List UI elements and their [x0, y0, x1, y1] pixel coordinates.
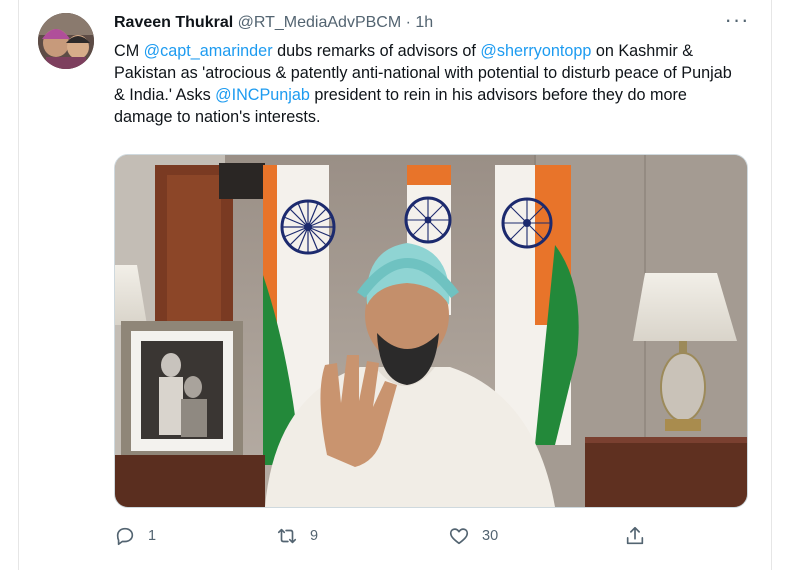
tweet-text-segment: CM [114, 42, 144, 60]
author-avatar[interactable] [38, 13, 94, 69]
tweet-text: CM @capt_amarinder dubs remarks of advis… [114, 40, 734, 128]
retweet-icon [277, 528, 297, 544]
tweet-header: Raveen Thukral @RT_MediaAdvPBCM · 1h [114, 12, 433, 34]
tweet-text-segment: dubs remarks of advisors of [272, 42, 481, 60]
avatar-image [38, 13, 94, 69]
retweet-count: 9 [310, 528, 319, 544]
reply-button[interactable]: 1 [114, 522, 158, 550]
mention-link[interactable]: @sherryontopp [480, 42, 591, 60]
share-button[interactable] [624, 522, 668, 550]
mention-link[interactable]: @capt_amarinder [144, 42, 273, 60]
separator-dot: · [405, 14, 411, 31]
heart-icon [449, 528, 469, 545]
more-options-icon[interactable]: ··· [722, 9, 752, 34]
retweet-button[interactable]: 9 [276, 522, 320, 550]
reply-count: 1 [148, 528, 157, 544]
reply-icon [116, 527, 134, 546]
photo-cm-with-flags [115, 155, 747, 507]
like-count: 30 [482, 528, 499, 544]
author-name[interactable]: Raveen Thukral [114, 14, 233, 31]
share-icon [626, 526, 644, 545]
tweet-action-bar: 1 9 30 [114, 522, 746, 550]
tweet-media-image[interactable] [114, 154, 748, 508]
like-button[interactable]: 30 [448, 522, 498, 550]
mention-link[interactable]: @INCPunjab [215, 86, 310, 104]
tweet-timestamp[interactable]: 1h [415, 14, 433, 31]
author-handle[interactable]: @RT_MediaAdvPBCM [238, 14, 402, 31]
